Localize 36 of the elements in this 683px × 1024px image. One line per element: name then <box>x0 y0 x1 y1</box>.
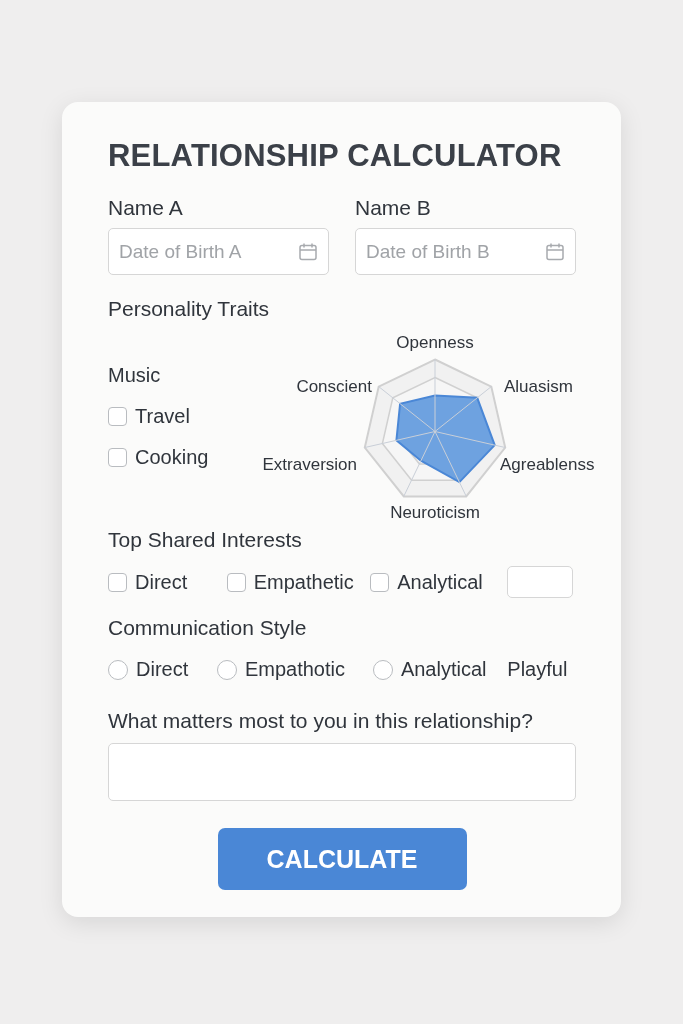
name-label: Name A <box>108 196 184 220</box>
radio-button[interactable] <box>372 659 393 680</box>
option-label: Music <box>108 364 161 387</box>
radio-button[interactable] <box>108 659 128 680</box>
calculate-button[interactable]: CALCULATE <box>217 828 467 890</box>
axis-label: Agreablenss <box>500 455 595 475</box>
checkbox[interactable] <box>370 572 390 592</box>
axis-label: Conscient <box>296 377 372 397</box>
calendar-icon <box>545 241 565 262</box>
input-field[interactable] <box>506 566 573 598</box>
checkbox-option[interactable]: Direct <box>108 570 188 594</box>
section-heading: Top Shared Interests <box>108 528 302 551</box>
checkbox[interactable] <box>108 407 127 426</box>
calendar-icon <box>298 241 318 262</box>
checkbox[interactable] <box>226 572 246 592</box>
answer-box[interactable] <box>108 743 576 801</box>
section-heading: Communication Style <box>108 616 307 639</box>
question-label: What matters most to you in this relationship? <box>108 709 533 732</box>
section-heading: Personality Traits <box>108 297 270 320</box>
radio-option[interactable]: Empathotic <box>216 658 345 681</box>
name-label: Name B <box>355 196 432 220</box>
checkbox-option[interactable]: Travel <box>108 405 190 428</box>
radio-option[interactable]: Direct <box>108 658 189 681</box>
axis-label: Neuroticism <box>390 503 480 523</box>
axis-label: Openness <box>396 333 474 353</box>
axis-label: Extraversion <box>262 455 357 475</box>
radio-button[interactable] <box>216 659 237 680</box>
checkbox-option[interactable]: Empathetic <box>226 570 354 594</box>
checkbox-option[interactable]: Cooking <box>108 446 209 469</box>
axis-label: Aluasism <box>504 377 573 397</box>
page-title: RELATIONSHIP CALCULATOR <box>108 138 563 174</box>
checkbox[interactable] <box>108 572 127 592</box>
radio-option[interactable]: Analytical <box>372 658 487 681</box>
checkbox[interactable] <box>108 448 127 467</box>
checkbox-option[interactable]: Analytical <box>370 570 483 594</box>
option-label: Playful <box>507 658 568 681</box>
